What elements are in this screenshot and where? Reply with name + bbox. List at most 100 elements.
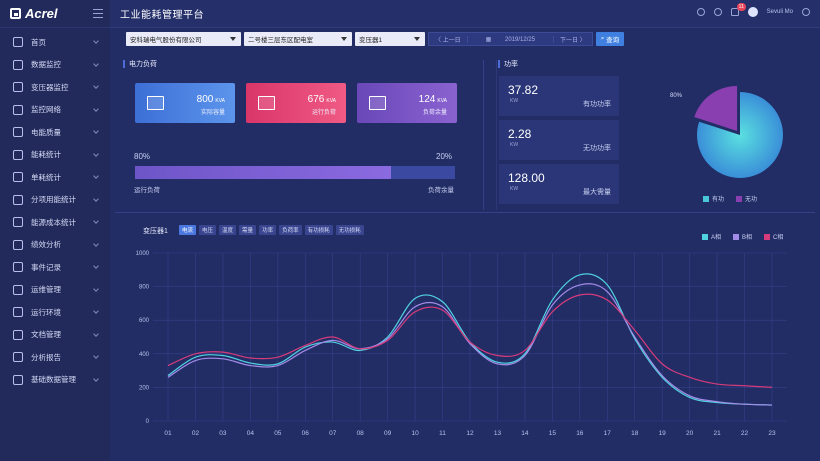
sidebar-item-13[interactable]: 文档管理 <box>0 324 110 347</box>
sidebar-item-label: 监控网络 <box>31 105 61 115</box>
next-day-button[interactable]: 下一日 〉 <box>554 35 592 44</box>
sidebar-item-label: 首页 <box>31 37 46 47</box>
sidebar-item-12[interactable]: 运行环境 <box>0 301 110 324</box>
yen-icon <box>13 217 23 228</box>
x-tick-label: 13 <box>494 430 502 437</box>
x-tick-label: 01 <box>164 430 172 437</box>
transformer-select-value: 变压器1 <box>359 37 383 44</box>
sidebar-item-2[interactable]: 变压器监控 <box>0 76 110 99</box>
tab-2[interactable]: 温度 <box>219 225 237 235</box>
sidebar: Acrel 首页数据监控变压器监控监控网络电能质量能耗统计单耗统计分项用能统计能… <box>0 0 110 461</box>
logo-text: Acrel <box>25 6 58 21</box>
legend-item-1[interactable]: B相 <box>733 232 752 241</box>
monitor-icon <box>13 37 23 48</box>
pie-label-0: 80% <box>670 93 683 99</box>
chevron-down-icon <box>93 150 99 157</box>
running-load-label: 运行负荷 <box>311 110 336 116</box>
sidebar-item-label: 单耗统计 <box>31 172 61 182</box>
report-icon <box>13 352 23 363</box>
tab-7[interactable]: 无功损耗 <box>335 225 364 235</box>
sidebar-item-label: 变压器监控 <box>31 82 69 92</box>
sidebar-item-6[interactable]: 单耗统计 <box>0 166 110 189</box>
date-field[interactable]: ▦ 2019/12/25 <box>466 35 555 43</box>
sidebar-item-11[interactable]: 运维管理 <box>0 279 110 302</box>
x-tick-label: 05 <box>274 430 282 437</box>
sidebar-item-5[interactable]: 能耗统计 <box>0 144 110 167</box>
sidebar-item-9[interactable]: 绩效分析 <box>0 234 110 257</box>
chevron-down-icon <box>93 195 99 202</box>
sidebar-item-7[interactable]: 分项用能统计 <box>0 189 110 212</box>
network-icon <box>13 104 23 115</box>
tab-4[interactable]: 功率 <box>259 225 277 235</box>
query-button[interactable]: ⌕ 查询 <box>595 32 625 46</box>
prev-day-button[interactable]: 〈 上一日 <box>429 35 467 44</box>
x-tick-label: 02 <box>192 430 200 437</box>
bell-icon[interactable]: 11 <box>730 3 746 16</box>
divider <box>496 60 497 210</box>
y-tick-label: 400 <box>139 352 150 358</box>
legend-label: B相 <box>742 235 753 241</box>
chevron-down-icon <box>93 38 99 44</box>
globe-icon[interactable] <box>802 8 810 16</box>
sidebar-item-10[interactable]: 事件记录 <box>0 256 110 279</box>
sidebar-item-label: 绩效分析 <box>31 240 61 250</box>
capacity-label: 实际容量 <box>200 110 225 116</box>
running-load-card: 676 KVA 运行负荷 <box>246 83 346 123</box>
date-value: 2019/12/25 <box>505 36 536 43</box>
sidebar-item-8[interactable]: 能源成本统计 <box>0 211 110 234</box>
active-power-label: 有功功率 <box>583 101 611 108</box>
sidebar-item-4[interactable]: 电能质量 <box>0 121 110 144</box>
search-icon[interactable] <box>696 8 705 16</box>
x-tick-label: 06 <box>302 430 310 437</box>
x-tick-label: 21 <box>713 430 721 437</box>
chevron-down-icon <box>341 37 347 41</box>
sidebar-item-15[interactable]: 基础数据管理 <box>0 369 110 392</box>
legend-item-0[interactable]: A相 <box>702 232 721 241</box>
sidebar-item-1[interactable]: 数据监控 <box>0 54 110 77</box>
tab-6[interactable]: 有功损耗 <box>304 225 333 235</box>
running-load-value: 676 KVA <box>307 94 336 105</box>
sidebar-item-label: 运行环境 <box>31 307 61 317</box>
shield-icon <box>13 127 23 138</box>
sidebar-item-label: 电能质量 <box>31 127 61 137</box>
chevron-down-icon <box>93 375 99 382</box>
sidebar-item-label: 事件记录 <box>31 262 61 272</box>
location-select[interactable]: 二号楼三层东区配电室 <box>244 32 352 46</box>
tab-1[interactable]: 电压 <box>199 225 217 235</box>
legend-item-2[interactable]: C相 <box>764 232 783 241</box>
company-select-value: 安科瑞电气股份有限公司 <box>130 37 202 44</box>
chart-icon <box>147 96 164 110</box>
tab-0[interactable]: 电流 <box>179 225 197 235</box>
y-tick-label: 1000 <box>136 251 150 257</box>
tab-5[interactable]: 负荷率 <box>279 225 302 235</box>
y-tick-label: 0 <box>146 419 150 425</box>
transformer-icon <box>13 82 23 93</box>
main-area: 工业能耗管理平台 11 Sevuli Mo 安科瑞电气股份有限公司 二号楼三层东… <box>110 0 820 461</box>
transformer-select[interactable]: 变压器1 <box>355 32 425 46</box>
tab-3[interactable]: 需量 <box>239 225 257 235</box>
sidebar-item-0[interactable]: 首页 <box>0 31 110 54</box>
query-button-label: 查询 <box>606 37 620 44</box>
x-tick-label: 10 <box>411 430 419 437</box>
sidebar-item-14[interactable]: 分析报告 <box>0 346 110 369</box>
active-power-card: 37.82 KW 有功功率 <box>499 76 619 116</box>
filter-row: 安科瑞电气股份有限公司 二号楼三层东区配电室 变压器1 〈 上一日 ▦ 2019… <box>126 32 625 46</box>
page-title: 工业能耗管理平台 <box>120 10 204 21</box>
calendar-icon: ▦ <box>485 36 494 43</box>
divider <box>483 60 484 210</box>
x-tick-label: 09 <box>384 430 392 437</box>
settings-icon[interactable] <box>713 8 722 16</box>
power-pie-chart: 80%20% <box>670 85 783 178</box>
sidebar-item-3[interactable]: 监控网络 <box>0 99 110 122</box>
legend-active: 有功 <box>703 194 724 203</box>
user-name[interactable]: Sevuli Mo <box>767 9 793 15</box>
chevron-down-icon <box>93 105 99 112</box>
menu-toggle-icon[interactable] <box>93 9 103 18</box>
app-root: Acrel 首页数据监控变压器监控监控网络电能质量能耗统计单耗统计分项用能统计能… <box>0 0 820 461</box>
chevron-down-icon <box>93 240 99 247</box>
active-power-unit: KW <box>510 98 519 104</box>
company-select[interactable]: 安科瑞电气股份有限公司 <box>126 32 241 46</box>
chart-screen-icon <box>13 59 23 70</box>
avatar[interactable] <box>747 7 758 17</box>
sidebar-item-label: 运维管理 <box>31 285 61 295</box>
